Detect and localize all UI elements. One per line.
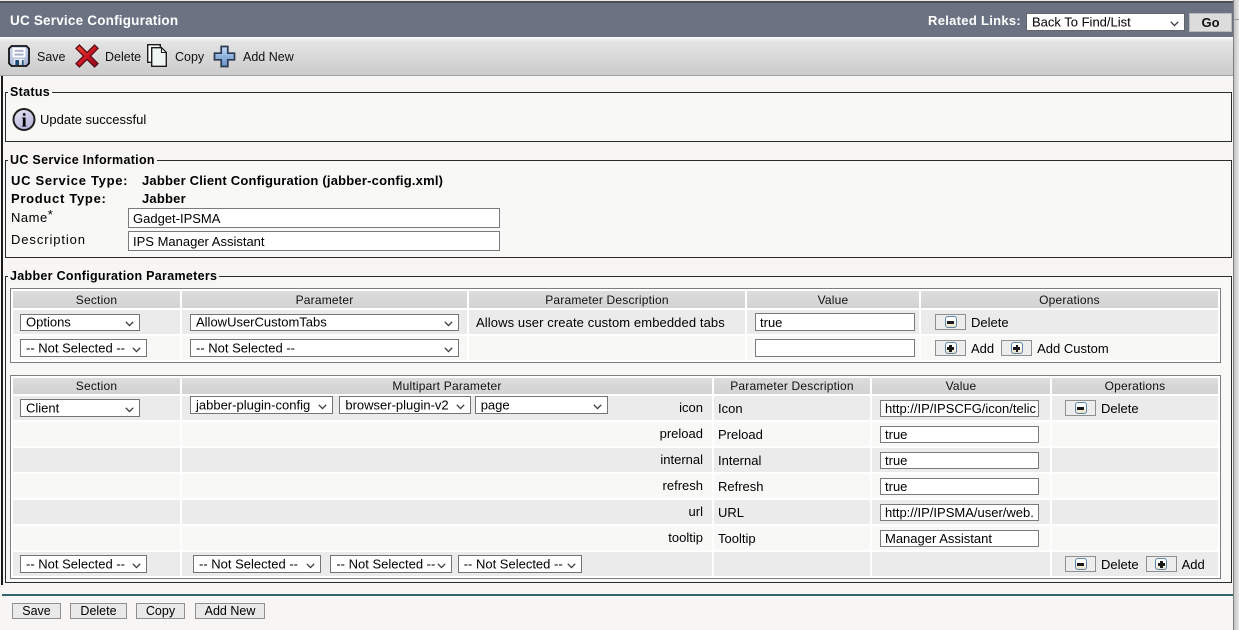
svg-text:i: i [22,111,27,132]
